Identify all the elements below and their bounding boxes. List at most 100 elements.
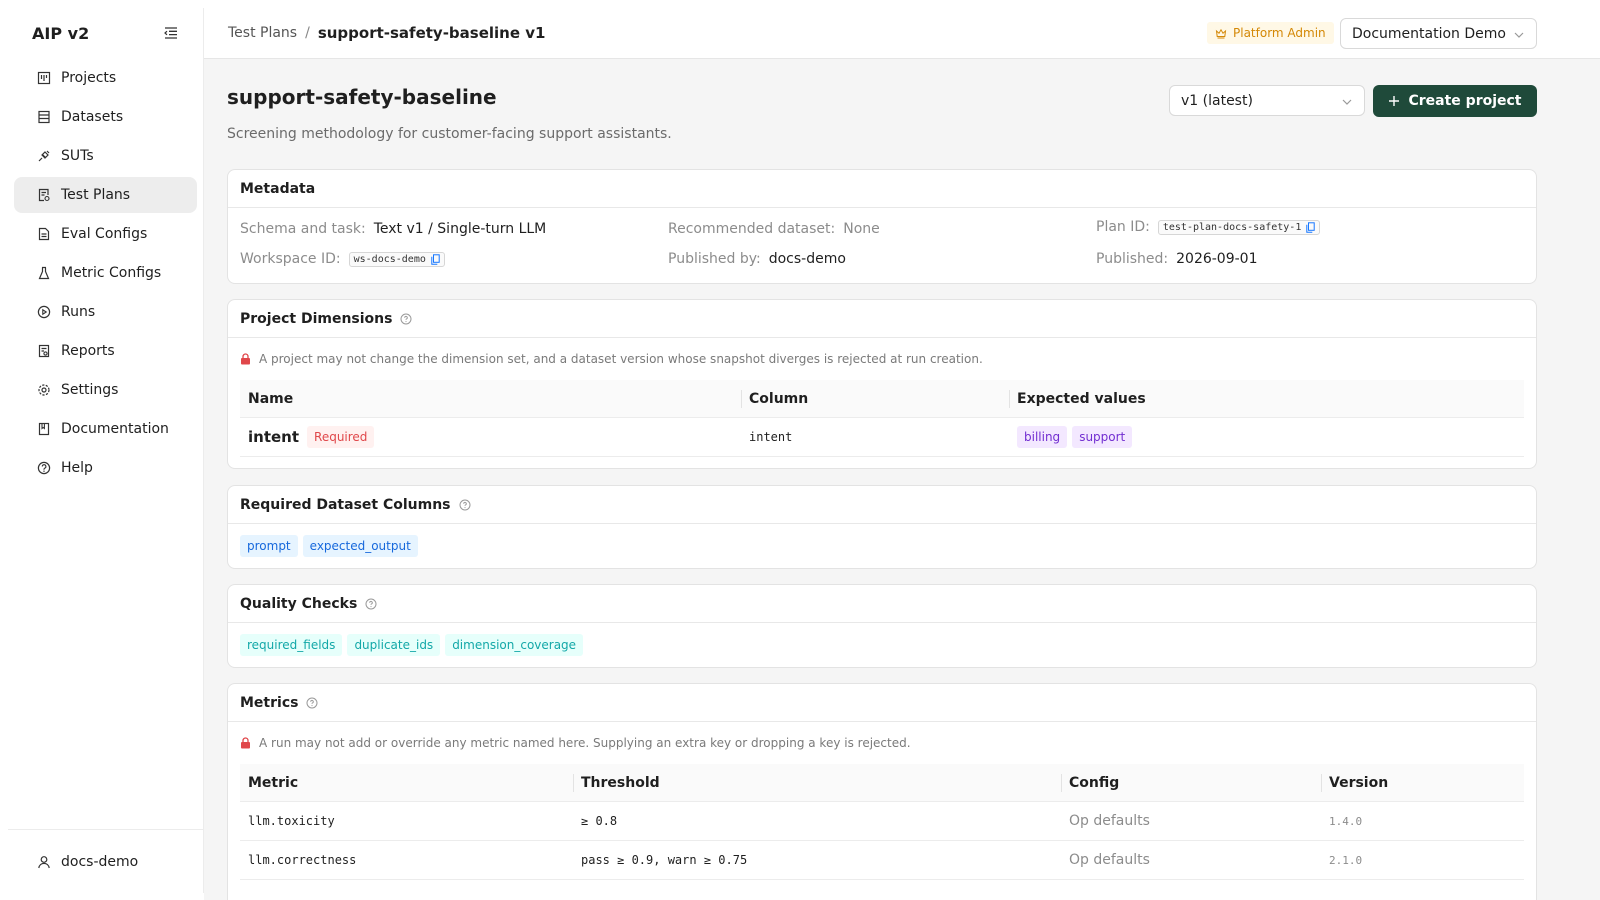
sidebar-item-suts[interactable]: SUTs	[14, 138, 197, 174]
meta-label: Workspace ID:	[240, 251, 341, 267]
sidebar-item-settings[interactable]: Settings	[14, 372, 197, 408]
meta-label: Published by:	[668, 251, 761, 267]
info-icon[interactable]	[365, 598, 377, 610]
meta-value: None	[843, 221, 880, 237]
sidebar-header: AIP v2	[8, 8, 203, 58]
quality-check-tag: duplicate_ids	[347, 634, 441, 656]
runs-icon	[37, 305, 51, 319]
reports-icon	[37, 344, 51, 358]
plan-id-code: test-plan-docs-safety-1	[1157, 219, 1321, 235]
user-menu[interactable]: docs-demo	[8, 829, 203, 893]
page-title: support-safety-baseline	[227, 85, 497, 109]
test-plans-icon	[37, 188, 51, 202]
copy-icon[interactable]	[431, 253, 440, 265]
eval-configs-icon	[37, 227, 51, 241]
dimensions-notice-text: A project may not change the dimension s…	[259, 352, 983, 366]
sidebar-item-label: Test Plans	[61, 187, 131, 203]
sidebar-item-documentation[interactable]: Documentation	[14, 411, 197, 447]
sidebar-item-eval-configs[interactable]: Eval Configs	[14, 216, 197, 252]
meta-value: 2026-09-01	[1176, 251, 1258, 267]
metadata-title: Metadata	[228, 170, 1536, 208]
documentation-icon	[37, 422, 51, 436]
role-badge: Platform Admin	[1207, 22, 1334, 44]
sidebar-item-label: Reports	[61, 343, 115, 359]
metric-version: 1.4.0	[1329, 814, 1363, 828]
metric-config: Op defaults	[1069, 852, 1150, 868]
breadcrumb-test-plans[interactable]: Test Plans	[228, 25, 297, 41]
meta-published: Published: 2026-09-01	[1096, 251, 1258, 267]
sidebar-nav: Projects Datasets SUTs Test Plans Eval C…	[8, 58, 203, 491]
info-icon[interactable]	[459, 499, 471, 511]
table-row: intent Required intent billing support	[240, 418, 1524, 457]
create-project-button[interactable]: Create project	[1373, 85, 1537, 117]
quality-checks-title: Quality Checks	[228, 585, 1536, 623]
help-icon	[37, 461, 51, 475]
breadcrumb-separator: /	[305, 25, 310, 41]
column-header-name: Name	[248, 390, 294, 407]
datasets-icon	[37, 110, 51, 124]
settings-icon	[37, 383, 51, 397]
sidebar-item-metric-configs[interactable]: Metric Configs	[14, 255, 197, 291]
column-header-metric: Metric	[248, 774, 299, 791]
meta-plan-id: Plan ID: test-plan-docs-safety-1	[1096, 219, 1321, 235]
sidebar-item-label: Eval Configs	[61, 226, 148, 242]
column-header-expected-values: Expected values	[1009, 380, 1524, 417]
plan-id-value: test-plan-docs-safety-1	[1162, 221, 1302, 233]
metric-name: llm.correctness	[248, 853, 357, 867]
meta-schema: Schema and task: Text v1 / Single-turn L…	[240, 221, 546, 237]
table-header: Metric Threshold Config Version	[240, 764, 1524, 802]
meta-label: Published:	[1096, 251, 1169, 267]
workspace-select-value: Documentation Demo	[1352, 25, 1506, 42]
project-dimensions-title: Project Dimensions	[228, 300, 1536, 338]
collapse-sidebar-icon[interactable]	[163, 26, 179, 40]
metadata-card: Metadata Schema and task: Text v1 / Sing…	[227, 169, 1537, 284]
quality-checks-tags: required_fields duplicate_ids dimension_…	[228, 623, 1536, 667]
meta-value: Text v1 / Single-turn LLM	[373, 221, 547, 237]
info-icon[interactable]	[400, 313, 412, 325]
dimension-name-cell: intent Required	[240, 418, 741, 456]
metadata-title-text: Metadata	[240, 180, 316, 197]
table-row: llm.toxicity ≥ 0.8 Op defaults 1.4.0	[240, 802, 1524, 841]
workspace-select[interactable]: Documentation Demo	[1340, 18, 1537, 49]
meta-published-by: Published by: docs-demo	[668, 251, 846, 267]
required-columns-card: Required Dataset Columns prompt expected…	[227, 485, 1537, 569]
sidebar-item-runs[interactable]: Runs	[14, 294, 197, 330]
copy-icon[interactable]	[1306, 221, 1316, 233]
chevron-down-icon	[1514, 28, 1524, 44]
sidebar-item-projects[interactable]: Projects	[14, 60, 197, 96]
meta-workspace-id: Workspace ID: ws-docs-demo	[240, 251, 445, 267]
dimension-name: intent	[248, 428, 300, 446]
workspace-id-code: ws-docs-demo	[348, 251, 445, 267]
sidebar-item-help[interactable]: Help	[14, 450, 197, 486]
breadcrumb-current: support-safety-baseline v1	[317, 24, 546, 42]
sidebar: AIP v2 Projects Datasets SUTs Test Plans…	[8, 8, 204, 893]
sidebar-item-test-plans[interactable]: Test Plans	[14, 177, 197, 213]
quality-checks-card: Quality Checks required_fields duplicate…	[227, 584, 1537, 668]
quality-check-tag: dimension_coverage	[445, 634, 584, 656]
column-header-column: Column	[741, 380, 1009, 417]
metrics-title: Metrics	[228, 684, 1536, 722]
metric-name: llm.toxicity	[248, 814, 335, 828]
user-name: docs-demo	[61, 853, 139, 870]
quality-checks-title-text: Quality Checks	[240, 595, 358, 612]
crown-icon	[1215, 28, 1227, 38]
meta-value: docs-demo	[768, 251, 846, 267]
column-header-config: Config	[1061, 764, 1321, 801]
sidebar-item-datasets[interactable]: Datasets	[14, 99, 197, 135]
sidebar-item-reports[interactable]: Reports	[14, 333, 197, 369]
metric-threshold: pass ≥ 0.9, warn ≥ 0.75	[581, 853, 748, 867]
meta-label: Recommended dataset:	[668, 221, 836, 237]
projects-icon	[37, 71, 51, 85]
dimensions-table: Name Column Expected values intent Requi…	[240, 380, 1524, 457]
metric-configs-icon	[37, 266, 51, 280]
metric-threshold: ≥ 0.8	[581, 814, 618, 828]
metrics-card: Metrics A run may not add or override an…	[227, 683, 1537, 900]
metric-version: 2.1.0	[1329, 853, 1363, 867]
user-icon	[37, 855, 51, 869]
lock-icon	[241, 353, 250, 365]
info-icon[interactable]	[306, 697, 318, 709]
version-select[interactable]: v1 (latest)	[1169, 85, 1365, 116]
column-header-version: Version	[1321, 764, 1524, 801]
expected-value-tag: support	[1072, 426, 1133, 448]
sidebar-item-label: Runs	[61, 304, 96, 320]
